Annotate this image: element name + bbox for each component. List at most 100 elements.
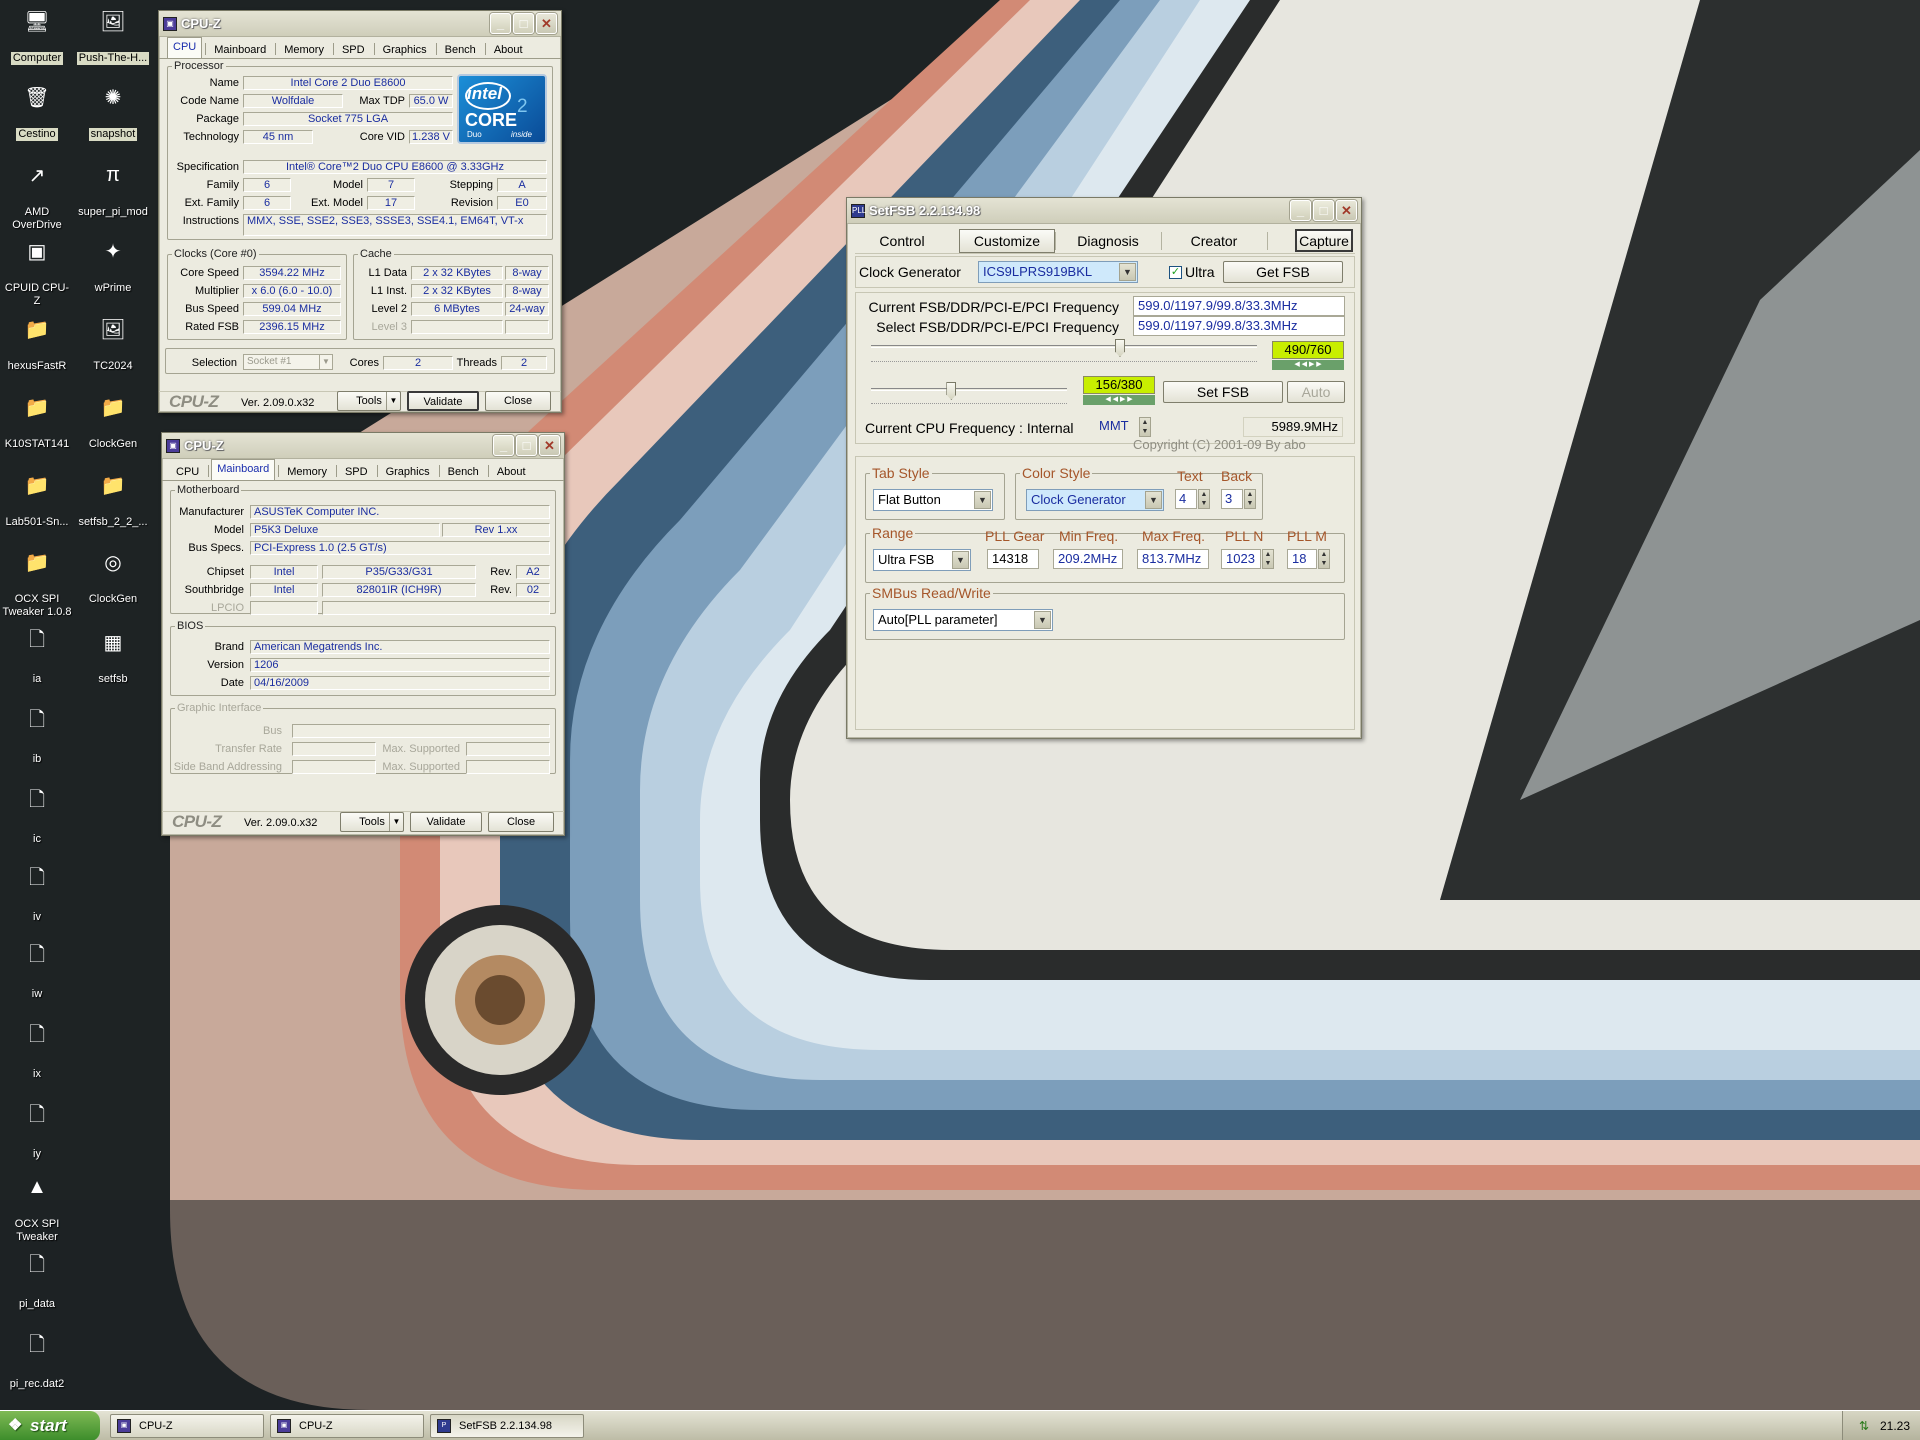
desktop-icon[interactable]: 📁 K10STAT141 xyxy=(0,390,74,451)
desktop-icon[interactable]: 🗋 pi_data xyxy=(0,1250,74,1311)
close-button[interactable]: Close xyxy=(488,812,554,832)
auto-button[interactable]: Auto xyxy=(1287,381,1345,403)
desktop-icon[interactable]: 🗋 ic xyxy=(0,785,74,846)
close-window-button[interactable]: ✕ xyxy=(1336,200,1357,221)
color-style-dropdown[interactable]: Clock Generator ▼ xyxy=(1026,489,1164,511)
desktop-icon[interactable]: 🖥 Computer xyxy=(0,4,74,65)
desktop-icon[interactable]: 🗋 ix xyxy=(0,1020,74,1081)
tab-style-dropdown[interactable]: Flat Button ▼ xyxy=(873,489,993,511)
close-window-button[interactable]: ✕ xyxy=(536,13,557,34)
tab-mainboard[interactable]: Mainboard xyxy=(211,459,276,480)
corespeed-label: Core Speed xyxy=(180,267,239,279)
range-dropdown[interactable]: Ultra FSB ▼ xyxy=(873,549,971,571)
pll-n-spinner[interactable]: ▲ ▼ xyxy=(1262,549,1274,569)
start-button[interactable]: ❖ start xyxy=(0,1411,100,1440)
windows-flag-icon: ❖ xyxy=(8,1417,23,1434)
text-color-label: Text xyxy=(1177,468,1203,484)
tab-spd[interactable]: SPD xyxy=(336,40,371,58)
desktop-icon[interactable]: ✦ wPrime xyxy=(76,234,150,295)
tab-control[interactable]: Control xyxy=(857,230,947,252)
desktop-icon[interactable]: 🗑 Cestino xyxy=(0,80,74,141)
instructions-value: MMX, SSE, SSE2, SSE3, SSSE3, SSE4.1, EM6… xyxy=(243,214,547,236)
maximize-button[interactable]: □ xyxy=(513,13,534,34)
tab-memory[interactable]: Memory xyxy=(281,462,333,480)
validate-button[interactable]: Validate xyxy=(407,391,479,411)
maximize-button[interactable]: □ xyxy=(516,435,537,456)
desktop-icon[interactable]: ◎ ClockGen xyxy=(76,545,150,606)
close-window-button[interactable]: ✕ xyxy=(539,435,560,456)
desktop-icon[interactable]: ↗ AMD OverDrive xyxy=(0,158,74,232)
tab-cpu[interactable]: CPU xyxy=(170,462,205,480)
tab-cpu[interactable]: CPU xyxy=(167,37,203,58)
desktop-icon[interactable]: 🗋 pi_rec.dat2 xyxy=(0,1330,74,1391)
fsb-slider-stepper[interactable]: ◀ ◀ ▶ ▶ xyxy=(1272,360,1344,370)
tab-bench[interactable]: Bench xyxy=(442,462,485,480)
desktop-icon[interactable]: 🗋 iv xyxy=(0,863,74,924)
desktop-icon[interactable]: ▣ CPUID CPU-Z xyxy=(0,234,74,308)
desktop-icon[interactable]: 📁 OCX SPI Tweaker 1.0.8 xyxy=(0,545,74,619)
minimize-button[interactable]: _ xyxy=(1290,200,1311,221)
minimize-button[interactable]: _ xyxy=(493,435,514,456)
cpuz-titlebar[interactable]: ▣ CPU-Z _ □ ✕ xyxy=(159,11,561,37)
desktop-icon-label: pi_data xyxy=(18,1298,56,1310)
taskbar-item-cpuz-2[interactable]: ▣ CPU-Z xyxy=(270,1414,424,1438)
taskbar-item-setfsb[interactable]: P SetFSB 2.2.134.98 xyxy=(430,1414,584,1438)
tab-diagnosis[interactable]: Diagnosis xyxy=(1063,230,1153,252)
desktop-icon[interactable]: π super_pi_mod xyxy=(76,158,150,219)
tab-customize[interactable]: Customize xyxy=(959,229,1055,253)
tab-graphics[interactable]: Graphics xyxy=(380,462,436,480)
tab-about[interactable]: About xyxy=(488,40,529,58)
lpcio-vendor xyxy=(250,601,318,615)
validate-button[interactable]: Validate xyxy=(410,812,482,832)
desktop-icon[interactable]: ✺ snapshot xyxy=(76,80,150,141)
clockgen-dropdown[interactable]: ICS9LPRS919BKL ▼ xyxy=(978,261,1138,283)
desktop-icon[interactable]: 🗋 ia xyxy=(0,625,74,686)
window-title: CPU-Z xyxy=(181,16,221,31)
smbus-dropdown[interactable]: Auto[PLL parameter] ▼ xyxy=(873,609,1053,631)
pll-slider-stepper[interactable]: ◀ ◀ ▶ ▶ xyxy=(1083,395,1155,405)
desktop-icon[interactable]: 🖼 Push-The-H... xyxy=(76,4,150,65)
capture-button[interactable]: Capture xyxy=(1295,229,1353,252)
tab-creator[interactable]: Creator xyxy=(1169,230,1259,252)
selection-label: Selection xyxy=(191,357,237,369)
tab-graphics[interactable]: Graphics xyxy=(377,40,433,58)
selection-dropdown[interactable]: Socket #1 ▼ xyxy=(243,354,333,370)
desktop-icon[interactable]: ▲ OCX SPI Tweaker xyxy=(0,1170,74,1244)
network-icon[interactable]: ⇅ xyxy=(1853,1418,1869,1434)
desktop-icon[interactable]: 📁 Lab501-Sn... xyxy=(0,468,74,529)
clockgen-icon: ◎ xyxy=(104,551,122,574)
desktop-icon[interactable]: 🗋 iy xyxy=(0,1100,74,1161)
taskbar-item-cpuz-1[interactable]: ▣ CPU-Z xyxy=(110,1414,264,1438)
desktop-icon[interactable]: 🖼 TC2024 xyxy=(76,312,150,373)
desktop-icon[interactable]: 🗋 iw xyxy=(0,940,74,1001)
get-fsb-button[interactable]: Get FSB xyxy=(1223,261,1343,283)
set-fsb-button[interactable]: Set FSB xyxy=(1163,381,1283,403)
back-color-spinner[interactable]: ▲ ▼ xyxy=(1244,489,1256,509)
folder-icon: 📁 xyxy=(100,474,126,497)
desktop-icon[interactable]: 📁 setfsb_2_2_... xyxy=(76,468,150,529)
mode-spinner[interactable]: ▲ ▼ xyxy=(1139,417,1151,437)
desktop-icon-label: OCX SPI Tweaker xyxy=(14,1218,60,1243)
tab-about[interactable]: About xyxy=(491,462,532,480)
tab-spd[interactable]: SPD xyxy=(339,462,374,480)
ultra-checkbox[interactable]: ✓ xyxy=(1169,266,1182,279)
tab-bench[interactable]: Bench xyxy=(439,40,482,58)
setfsb-titlebar[interactable]: PLL SetFSB 2.2.134.98 _ □ ✕ xyxy=(847,198,1361,224)
revision-value: E0 xyxy=(497,196,547,210)
close-button[interactable]: Close xyxy=(485,391,551,411)
pll-m-spinner[interactable]: ▲ ▼ xyxy=(1318,549,1330,569)
desktop-icon[interactable]: 📁 ClockGen xyxy=(76,390,150,451)
tools-button[interactable]: Tools ▼ xyxy=(340,812,404,832)
technology-label: Technology xyxy=(183,131,239,143)
minimize-button[interactable]: _ xyxy=(490,13,511,34)
tab-mainboard[interactable]: Mainboard xyxy=(208,40,272,58)
tab-memory[interactable]: Memory xyxy=(278,40,330,58)
desktop-icon[interactable]: ▦ setfsb xyxy=(76,625,150,686)
maximize-button[interactable]: □ xyxy=(1313,200,1334,221)
desktop-icon[interactable]: 📁 hexusFastR xyxy=(0,312,74,373)
tools-button[interactable]: Tools ▼ xyxy=(337,391,401,411)
desktop-icon[interactable]: 🗋 ib xyxy=(0,705,74,766)
package-label: Package xyxy=(196,113,239,125)
text-color-spinner[interactable]: ▲ ▼ xyxy=(1198,489,1210,509)
cpuz-titlebar[interactable]: ▣ CPU-Z _ □ ✕ xyxy=(162,433,564,459)
